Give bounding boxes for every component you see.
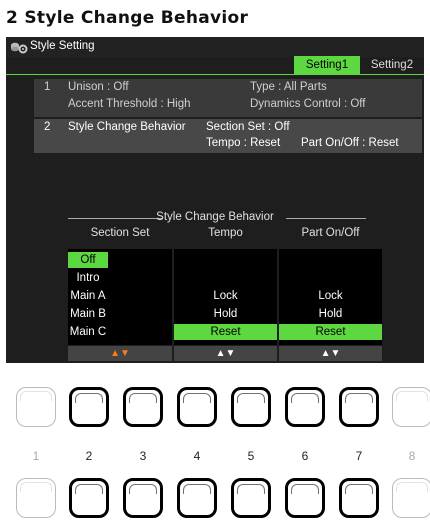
upper-button-7[interactable] bbox=[339, 387, 379, 427]
lower-button-5[interactable] bbox=[231, 478, 271, 518]
option-reset[interactable]: Reset bbox=[279, 324, 382, 340]
option-lock[interactable]: Lock bbox=[174, 288, 277, 304]
part-on-off-summary: Part On/Off : Reset bbox=[301, 137, 399, 149]
option-intro[interactable]: Intro bbox=[68, 270, 108, 286]
button-number-3: 3 bbox=[139, 449, 147, 463]
tab-setting1[interactable]: Setting1 bbox=[294, 56, 360, 74]
section-set-summary: Section Set : Off bbox=[206, 121, 290, 133]
lower-button-6[interactable] bbox=[285, 478, 325, 518]
button-number-5: 5 bbox=[247, 449, 255, 463]
title-bar: Style Setting bbox=[6, 37, 424, 57]
accent-threshold-value: Accent Threshold : High bbox=[68, 98, 191, 110]
upper-button-4[interactable] bbox=[177, 387, 217, 427]
row-number-2: 2 bbox=[44, 121, 51, 133]
upper-button-1[interactable] bbox=[16, 387, 56, 427]
gear-disk-icon bbox=[11, 42, 28, 54]
option-hold[interactable]: Hold bbox=[279, 306, 382, 322]
button-number-4: 4 bbox=[193, 449, 201, 463]
lower-button-8[interactable] bbox=[392, 478, 430, 518]
option-lock[interactable]: Lock bbox=[279, 288, 382, 304]
window-title: Style Setting bbox=[30, 40, 95, 52]
part-on-off-list[interactable]: Lock Hold Reset bbox=[279, 249, 382, 345]
button-number-6: 6 bbox=[301, 449, 309, 463]
lower-button-1[interactable] bbox=[16, 478, 56, 518]
behavior-title: Style Change Behavior bbox=[156, 211, 274, 223]
upper-button-2[interactable] bbox=[69, 387, 109, 427]
row-number-1: 1 bbox=[44, 81, 51, 93]
lower-button-7[interactable] bbox=[339, 478, 379, 518]
upper-button-3[interactable] bbox=[123, 387, 163, 427]
option-main-b[interactable]: Main B bbox=[68, 306, 108, 322]
section-set-arrows: ▲▼ bbox=[68, 346, 172, 361]
lower-button-4[interactable] bbox=[177, 478, 217, 518]
part-arrows: ▲▼ bbox=[279, 346, 382, 361]
button-number-8: 8 bbox=[408, 449, 416, 463]
style-change-behavior-label: Style Change Behavior bbox=[68, 121, 186, 133]
button-number-7: 7 bbox=[355, 449, 363, 463]
button-number-1: 1 bbox=[32, 449, 40, 463]
upper-button-5[interactable] bbox=[231, 387, 271, 427]
lower-button-2[interactable] bbox=[69, 478, 109, 518]
section-set-header: Section Set bbox=[90, 227, 150, 239]
tab-divider bbox=[6, 74, 424, 75]
tempo-header: Tempo bbox=[208, 227, 243, 239]
tempo-summary: Tempo : Reset bbox=[206, 137, 281, 149]
lower-button-3[interactable] bbox=[123, 478, 163, 518]
section-set-list[interactable]: Off Intro Main A Main B Main C bbox=[68, 249, 172, 345]
option-main-c[interactable]: Main C bbox=[68, 324, 108, 340]
unison-value: Unison : Off bbox=[68, 81, 129, 93]
type-value: Type : All Parts bbox=[250, 81, 327, 93]
option-hold[interactable]: Hold bbox=[174, 306, 277, 322]
option-reset[interactable]: Reset bbox=[174, 324, 277, 340]
tab-setting2[interactable]: Setting2 bbox=[362, 56, 422, 74]
option-main-a[interactable]: Main A bbox=[68, 288, 108, 304]
upper-button-8[interactable] bbox=[392, 387, 430, 427]
page-heading: 2 Style Change Behavior bbox=[6, 8, 249, 28]
button-number-2: 2 bbox=[85, 449, 93, 463]
upper-button-6[interactable] bbox=[285, 387, 325, 427]
option-off[interactable]: Off bbox=[68, 252, 108, 268]
lcd-screen: Style Setting Setting1 Setting2 1 Unison… bbox=[6, 37, 424, 363]
part-on-off-header: Part On/Off bbox=[301, 227, 360, 239]
tempo-list[interactable]: Lock Hold Reset bbox=[174, 249, 277, 345]
dynamics-control-value: Dynamics Control : Off bbox=[250, 98, 366, 110]
tempo-arrows: ▲▼ bbox=[174, 346, 277, 361]
